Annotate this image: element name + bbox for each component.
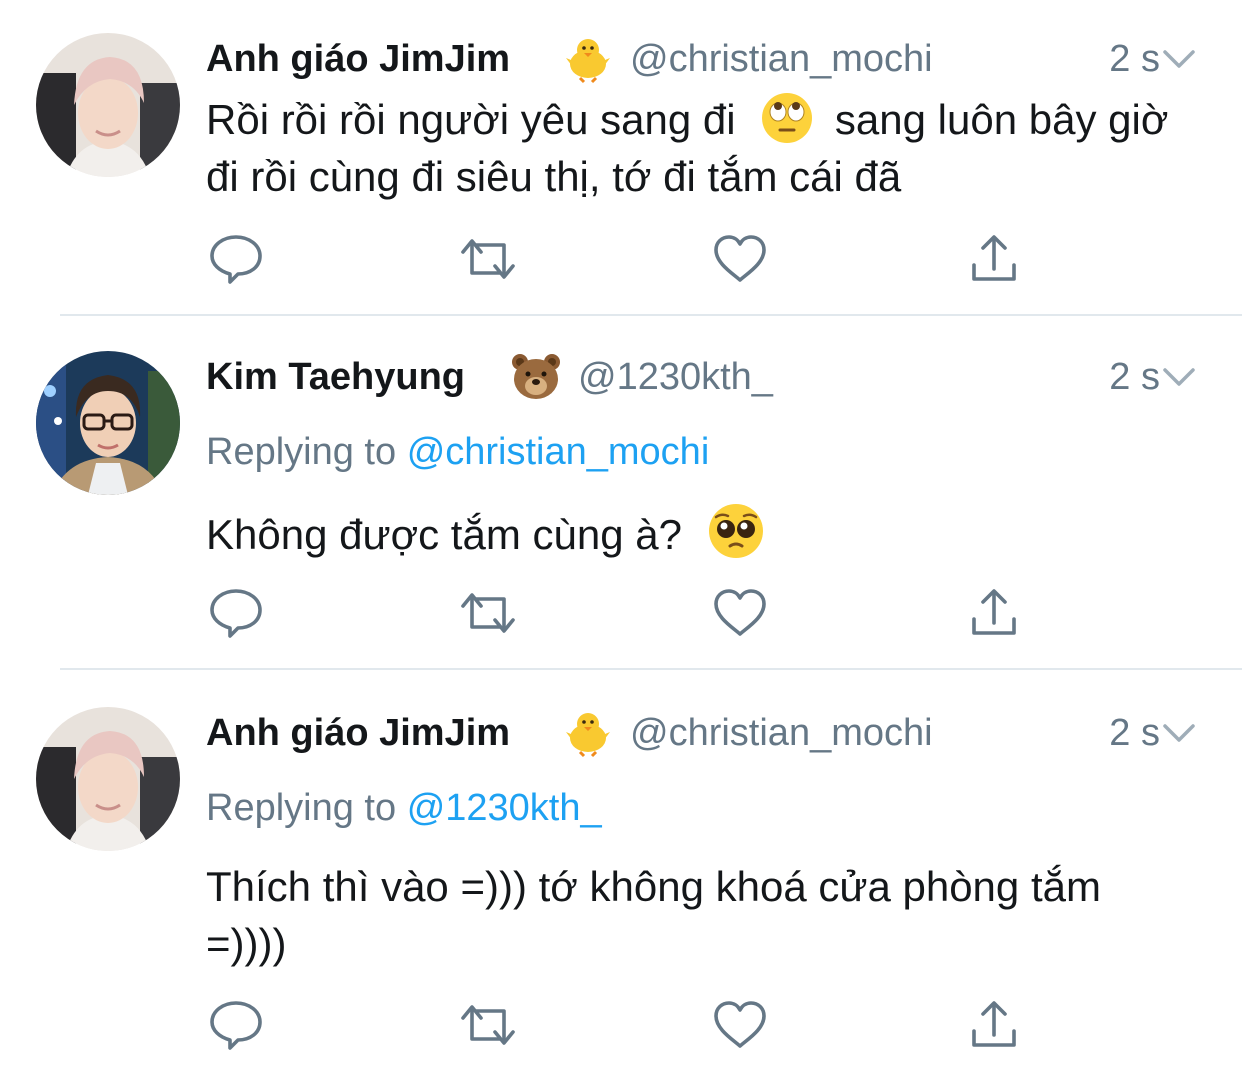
reply-icon[interactable] — [208, 999, 264, 1051]
replying-to-handle-link[interactable]: @1230kth_ — [407, 787, 602, 829]
tweet-text: Rồi rồi rồi người yêu sang đi sang luôn … — [206, 91, 1206, 205]
share-icon[interactable] — [966, 233, 1022, 285]
share-icon[interactable] — [966, 587, 1022, 639]
retweet-icon[interactable] — [460, 999, 516, 1051]
tweet-text: Không được tắm cùng à? — [206, 503, 1206, 563]
replying-to-line: Replying to @1230kth_ — [206, 783, 602, 833]
reply-icon[interactable] — [208, 587, 264, 639]
tweet[interactable]: Anh giáo JimJim @christian_mochi 2 s Rồi… — [0, 0, 1242, 314]
timestamp[interactable]: 2 s — [1109, 352, 1160, 402]
reply-icon[interactable] — [208, 233, 264, 285]
display-name[interactable]: Kim Taehyung — [206, 352, 465, 402]
tweet-header: Anh giáo JimJim @christian_mochi 2 s — [206, 708, 1242, 758]
timestamp[interactable]: 2 s — [1109, 708, 1160, 758]
tweet-text-part: Thích thì vào =))) tớ không khoá cửa phò… — [206, 863, 1101, 967]
tweet-text: Thích thì vào =))) tớ không khoá cửa phò… — [206, 858, 1166, 972]
like-icon[interactable] — [712, 999, 768, 1051]
tweet-text-part: Rồi rồi rồi người yêu sang đi — [206, 96, 736, 143]
tweet-header: Anh giáo JimJim @christian_mochi 2 s — [206, 34, 1242, 84]
user-handle[interactable]: @christian_mochi — [630, 708, 933, 758]
avatar[interactable] — [36, 33, 180, 177]
chevron-down-icon[interactable] — [1162, 48, 1196, 70]
avatar[interactable] — [36, 351, 180, 495]
pleading-face-icon — [708, 503, 763, 558]
like-icon[interactable] — [712, 233, 768, 285]
tweet-header: Kim Taehyung @1230kth_ 2 s — [206, 352, 1242, 402]
replying-to-label: Replying to — [206, 787, 397, 829]
tweet-actions — [206, 233, 1036, 285]
bear-face-icon — [510, 352, 562, 423]
chevron-down-icon[interactable] — [1162, 366, 1196, 388]
tweet-actions — [206, 587, 1036, 639]
tweet[interactable]: Kim Taehyung @1230kth_ 2 s Replying to @… — [0, 316, 1242, 668]
like-icon[interactable] — [712, 587, 768, 639]
face-with-rolling-eyes-icon — [761, 92, 813, 144]
replying-to-label: Replying to — [206, 431, 397, 473]
replying-to-handle-link[interactable]: @christian_mochi — [407, 431, 710, 473]
retweet-icon[interactable] — [460, 587, 516, 639]
replying-to-line: Replying to @christian_mochi — [206, 427, 709, 477]
tweet-actions — [206, 999, 1036, 1051]
user-handle[interactable]: @1230kth_ — [578, 352, 773, 402]
tweet[interactable]: Anh giáo JimJim @christian_mochi 2 s Rep… — [0, 670, 1242, 1080]
avatar[interactable] — [36, 707, 180, 851]
display-name[interactable]: Anh giáo JimJim — [206, 708, 510, 758]
baby-chick-icon — [562, 708, 614, 779]
share-icon[interactable] — [966, 999, 1022, 1051]
retweet-icon[interactable] — [460, 233, 516, 285]
display-name[interactable]: Anh giáo JimJim — [206, 34, 510, 84]
user-handle[interactable]: @christian_mochi — [630, 34, 933, 84]
timestamp[interactable]: 2 s — [1109, 34, 1160, 84]
tweet-text-part: Không được tắm cùng à? — [206, 511, 682, 558]
chevron-down-icon[interactable] — [1162, 722, 1196, 744]
